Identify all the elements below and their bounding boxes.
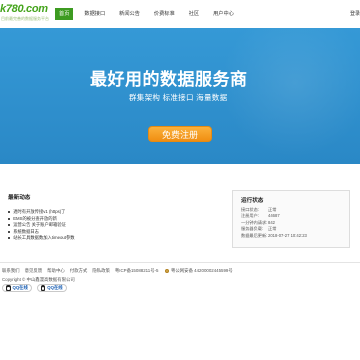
logo-text: k780.com [0,3,48,15]
footer-link-privacy[interactable]: 隐私政策 [92,268,110,274]
nav-item-news[interactable]: 新闻公告 [116,8,143,20]
bullet-icon [8,237,11,240]
status-panel: 运行状态 接口状态: 正常 注册用户: 44687 一分钟内请求: 842 服务器负载… [232,190,350,248]
nav-item-home[interactable]: 首页 [55,8,74,20]
news-section: 最新动态 透时有开放传接v1 (https)了 EMS的被分查开放的新 运营公告… [8,193,198,242]
footer-divider [0,262,360,263]
bullet-icon [8,224,11,227]
status-key: 数据最后更新: [241,232,268,238]
status-row: 数据最后更新: 2018-07-27 10:42:23 [241,233,307,239]
footer-police[interactable]: 粤公网安备 44200002445599号 [171,268,233,274]
nav-item-community[interactable]: 社区 [186,8,202,20]
copyright: Copyright © 中山鑫漫高数据有限公司 [2,277,75,282]
police-badge-icon [164,268,169,274]
status-rows: 接口状态: 正常 注册用户: 44687 一分钟内请求: 842 服务器负载: 正常 数… [241,207,307,239]
hero-banner: 最好用的数据服务商 群集架构 标准接口 海量数据 免费注册 [0,28,360,164]
hero-title: 最好用的数据服务商 [90,70,248,89]
hero-decoration [220,28,360,158]
qq-badge-label: QQ在线 [12,285,28,290]
footer-link-contact[interactable]: 联系我们 [2,268,20,274]
qq-penguin-icon [40,285,46,291]
status-value: 2018-07-27 10:42:23 [268,232,307,238]
nav-item-pricing[interactable]: 价费标准 [151,8,178,20]
news-list: 透时有开放传接v1 (https)了 EMS的被分查开放的新 运营公告 关于账户… [8,209,198,242]
register-button[interactable]: 免费注册 [148,126,212,142]
hero-subtitle: 群集架构 标准接口 海量数据 [129,93,228,102]
news-title: 最新动态 [8,195,31,201]
news-item-text: 站长工具数据数加入timeout参数 [13,235,75,240]
qq-penguin-icon [6,285,11,291]
bullet-icon [8,230,11,233]
logo-tagline: 目前最完善的数据服务平台 [1,16,49,21]
site-logo[interactable]: k780.com 目前最完善的数据服务平台 [0,3,49,23]
nav-item-api[interactable]: 数据接口 [81,8,108,20]
main-nav: 首页 数据接口 新闻公告 价费标准 社区 用户中心 [55,8,245,20]
qq-badges: QQ在线 QQ在线 [2,284,72,292]
footer-links: 联系我们 意见反馈 帮助中心 付款方式 隐私政策 粤ICP备15088211号-… [2,268,238,274]
nav-item-user-center[interactable]: 用户中心 [210,8,237,20]
qq-badge-label: QQ在线 [47,285,63,290]
footer-link-help[interactable]: 帮助中心 [47,268,65,274]
status-title: 运行状态 [241,198,264,204]
footer-link-feedback[interactable]: 意见反馈 [25,268,43,274]
qq-online-button[interactable]: QQ在线 [36,284,67,292]
login-link[interactable]: 登录 [350,10,360,17]
footer-icp[interactable]: 粤ICP备15088211号-5 [115,268,159,274]
qq-online-button[interactable]: QQ在线 [2,284,32,292]
footer-link-payment[interactable]: 付款方式 [70,268,88,274]
bullet-icon [8,211,11,214]
site-header: k780.com 目前最完善的数据服务平台 首页 数据接口 新闻公告 价费标准 … [0,0,360,28]
news-item[interactable]: 站长工具数据数加入timeout参数 [8,235,198,242]
bullet-icon [8,217,11,220]
